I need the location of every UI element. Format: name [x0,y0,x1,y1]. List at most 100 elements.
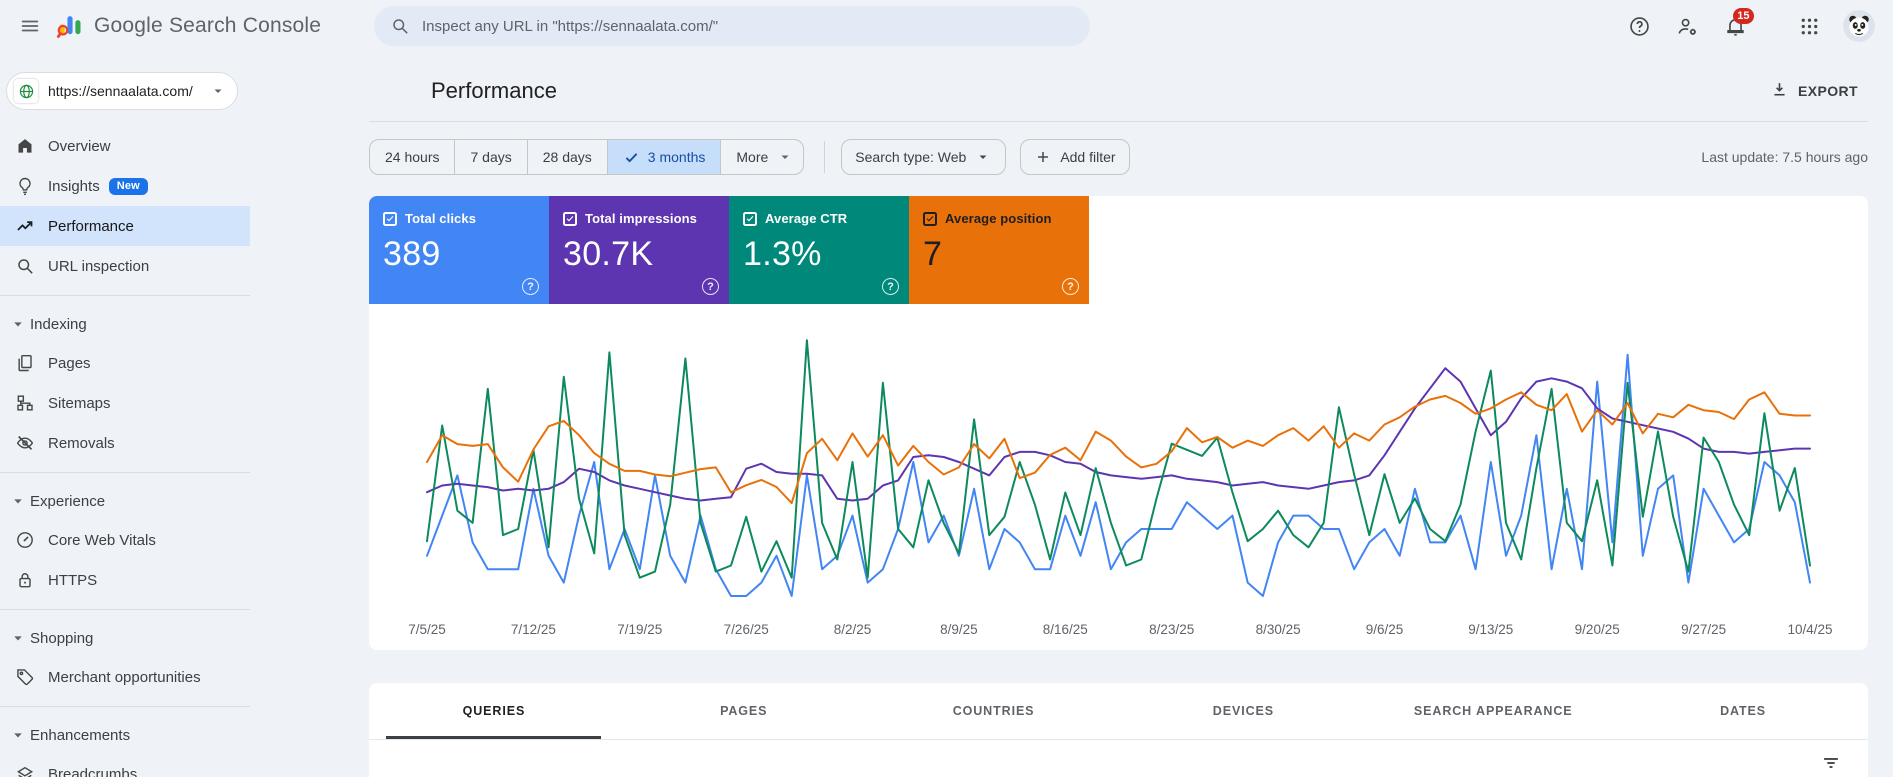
tab-label: DATES [1720,704,1767,718]
x-axis-tick-label: 8/9/25 [940,622,978,637]
property-selector[interactable]: https://sennaalata.com/ [6,72,238,110]
sidebar-section-experience[interactable]: Experience [0,482,250,520]
metric-checkbox[interactable] [743,211,757,226]
tab-countries[interactable]: COUNTRIES [869,683,1119,739]
metric-card-average-ctr[interactable]: Average CTR 1.3%? [729,196,909,304]
page-title: Performance [431,77,557,103]
filter-list-icon[interactable] [1818,751,1844,777]
sidebar-nav: Overview Insights New Performance URL inspec… [0,126,250,777]
help-icon[interactable] [1619,6,1659,46]
sidebar-item-pages[interactable]: Pages [0,343,250,383]
chevron-down-icon [776,148,789,166]
x-axis-tick-label: 7/19/25 [617,622,662,637]
add-filter-button[interactable]: Add filter [1020,139,1130,175]
search-type-filter[interactable]: Search type: Web [841,139,1007,175]
sidebar-item-label: Overview [48,137,111,155]
collapse-caret-icon [9,492,27,510]
chevron-down-icon [974,148,992,166]
sidebar-section-indexing[interactable]: Indexing [0,305,250,343]
sidebar-item-https[interactable]: HTTPS [0,560,250,600]
sidebar-item-overview[interactable]: Overview [0,126,250,166]
main-content: Performance EXPORT 24 hours 7 days 28 days… [250,52,1893,777]
metric-label: Total clicks [405,211,477,226]
performance-chart[interactable]: 7/5/25 7/12/25 7/19/25 7/26/25 8/2/25 8/9/25 8… [369,304,1868,650]
sidebar-item-insights[interactable]: Insights New [0,166,250,206]
new-badge: New [108,177,148,195]
sidebar-item-label: Sitemaps [48,394,111,412]
google-apps-grid-icon[interactable] [1789,6,1829,46]
metric-card-total-impressions[interactable]: Total impressions 30.7K? [549,196,729,304]
tab-search-appearance[interactable]: SEARCH APPEARANCE [1368,683,1618,739]
tab-pages[interactable]: PAGES [619,683,869,739]
tab-dates[interactable]: DATES [1618,683,1868,739]
metric-card-total-clicks[interactable]: Total clicks 389? [369,196,549,304]
sidebar-item-breadcrumbs[interactable]: Breadcrumbs [0,754,250,777]
date-range-more[interactable]: More [720,140,803,174]
search-icon [15,256,35,276]
date-range-7-days[interactable]: 7 days [454,140,526,174]
sidebar-item-core-web-vitals[interactable]: Core Web Vitals [0,520,250,560]
sidebar-item-label: Core Web Vitals [48,531,156,549]
notification-count-badge: 15 [1732,8,1754,24]
metric-checkbox[interactable] [923,211,937,226]
hamburger-menu-icon[interactable] [10,6,50,46]
metric-label: Total impressions [585,211,697,226]
active-tab-indicator [386,736,602,739]
sidebar-item-removals[interactable]: Removals [0,423,250,463]
section-title: Indexing [30,315,87,333]
metric-value: 389 [383,235,441,273]
tab-devices[interactable]: DEVICES [1118,683,1368,739]
sidebar-item-label: Removals [48,434,115,452]
sidebar-item-label: HTTPS [48,571,98,589]
app-logo[interactable]: Google Search Console [56,12,321,40]
search-icon [390,16,410,36]
metric-label: Average CTR [765,211,848,226]
date-range-24-hours[interactable]: 24 hours [370,140,454,174]
download-icon [1770,80,1789,102]
sidebar-item-url-inspection[interactable]: URL inspection [0,246,250,286]
metric-help-icon[interactable]: ? [882,278,899,295]
sidebar-item-sitemaps[interactable]: Sitemaps [0,383,250,423]
filter-bar: 24 hours 7 days 28 days 3 months More Search… [369,139,1868,175]
manage-accounts-icon[interactable] [1667,6,1707,46]
sidebar: https://sennaalata.com/ Overview Insights… [0,52,250,777]
section-title: Shopping [30,629,94,647]
performance-panel: Total clicks 389? Total impressions 30.7K? A… [369,196,1868,650]
date-range-segmented-control: 24 hours 7 days 28 days 3 months More [369,139,805,175]
x-axis-tick-label: 9/27/25 [1681,622,1726,637]
sidebar-item-label: Merchant opportunities [48,668,201,686]
date-range-label: 28 days [542,149,592,165]
metric-help-icon[interactable]: ? [1062,278,1079,295]
date-range-label: 3 months [647,149,706,165]
add-filter-label: Add filter [1060,149,1116,165]
date-range-3-months[interactable]: 3 months [606,140,721,174]
tab-label: COUNTRIES [952,704,1035,718]
url-inspection-search-bar[interactable] [374,6,1090,46]
user-avatar[interactable] [1843,10,1875,42]
sidebar-item-performance[interactable]: Performance [0,206,250,246]
url-inspection-input[interactable] [422,17,1084,35]
metric-checkbox[interactable] [383,211,397,226]
section-title: Enhancements [30,726,131,744]
sidebar-item-label: Insights [48,177,100,195]
search-console-logo-icon [56,12,84,40]
metric-help-icon[interactable]: ? [522,278,539,295]
sidebar-section-shopping[interactable]: Shopping [0,619,250,657]
sidebar-section-enhancements[interactable]: Enhancements [0,716,250,754]
sidebar-item-merchant-opportunities[interactable]: Merchant opportunities [0,657,250,697]
x-axis-tick-label: 9/6/25 [1366,622,1404,637]
plus-icon [1034,148,1052,166]
section-title: Experience [30,492,106,510]
lock-icon [15,570,35,590]
property-globe-icon [14,79,38,103]
metric-checkbox[interactable] [563,211,577,226]
notifications-bell-icon[interactable]: 15 [1715,6,1755,46]
date-range-28-days[interactable]: 28 days [526,140,607,174]
tab-queries[interactable]: QUERIES [369,683,619,739]
metric-value: 1.3% [743,235,822,273]
metric-card-average-position[interactable]: Average position 7? [909,196,1089,304]
date-range-label: More [736,149,769,165]
export-button[interactable]: EXPORT [1760,72,1868,110]
filter-separator [824,141,826,173]
metric-help-icon[interactable]: ? [702,278,719,295]
